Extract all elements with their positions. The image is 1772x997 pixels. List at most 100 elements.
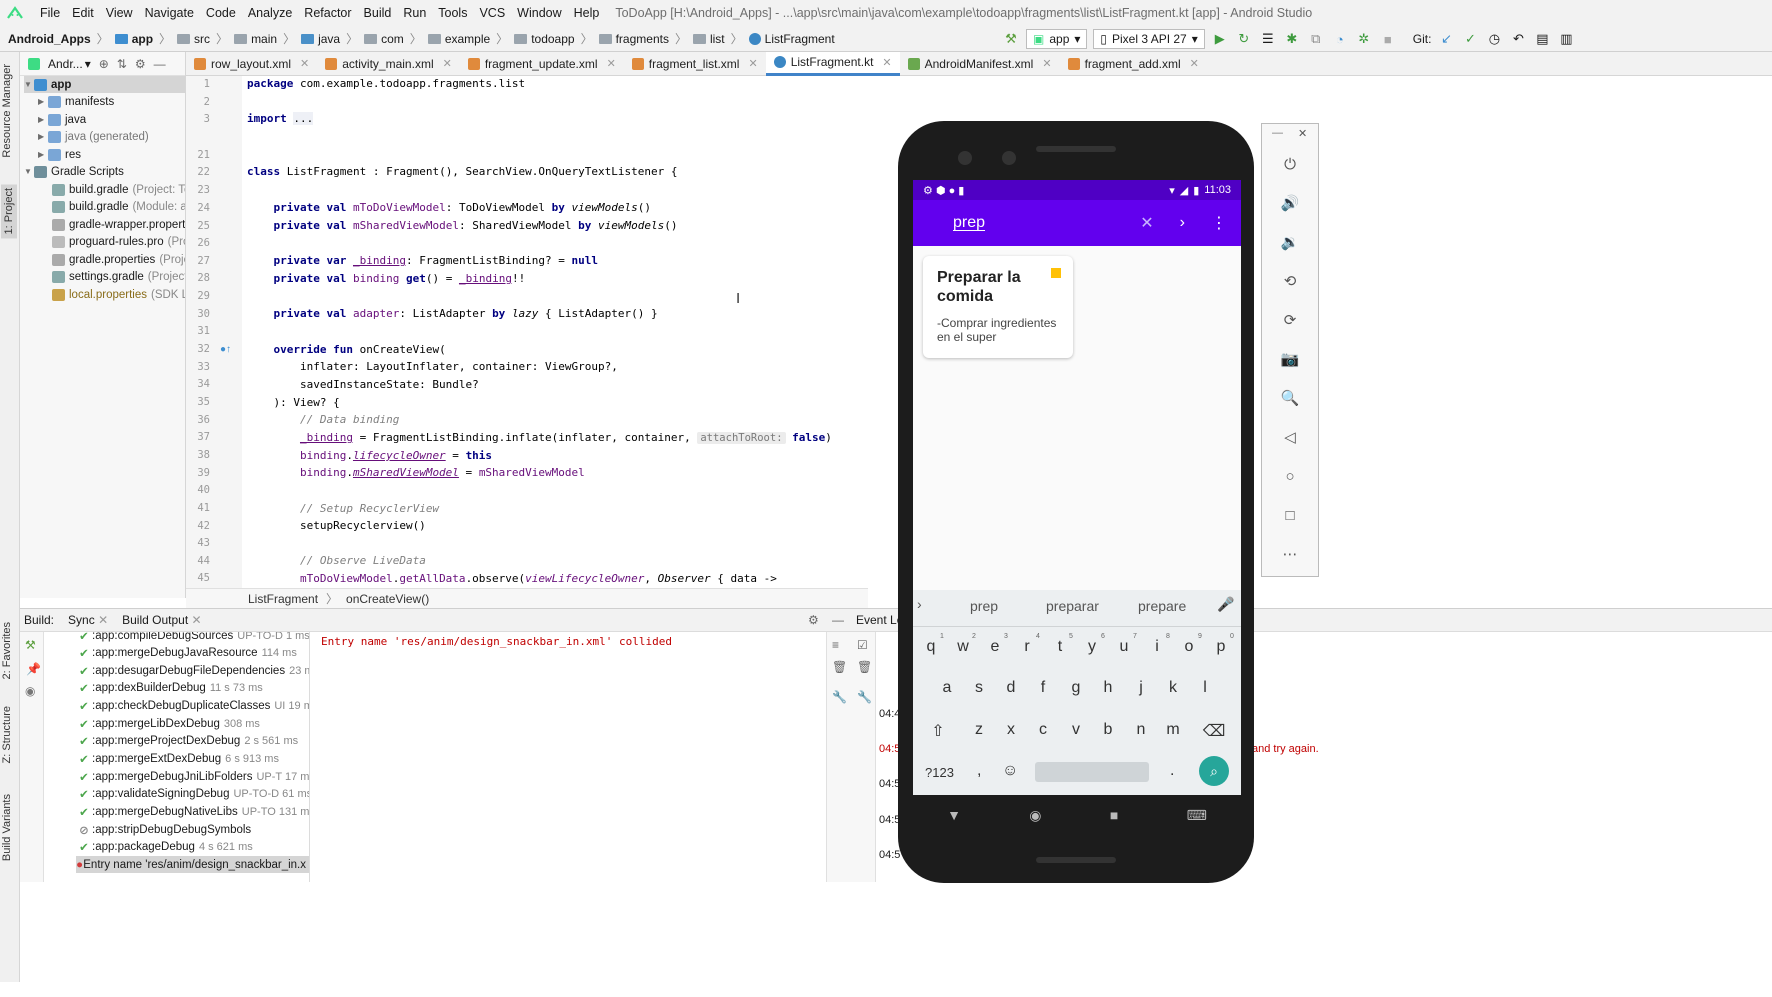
- tree-item-java-generated[interactable]: ▶ java (generated): [38, 128, 149, 145]
- hammer-build-icon[interactable]: ⚒: [1002, 30, 1020, 48]
- key-z[interactable]: z: [967, 721, 991, 739]
- crumb-java[interactable]: java: [318, 32, 340, 46]
- volume-down-icon[interactable]: 🔉: [1280, 232, 1300, 252]
- list-item[interactable]: ✔:app:mergeDebugJniLibFolders UP-T 17 ms: [76, 768, 309, 785]
- list-item[interactable]: ✔:app:mergeProjectDexDebug 2 s 561 ms: [76, 732, 298, 749]
- close-icon[interactable]: ✕: [1042, 57, 1051, 70]
- crumb-src[interactable]: src: [194, 32, 210, 46]
- tree-item-manifests[interactable]: ▶ manifests: [38, 93, 114, 110]
- menu-run[interactable]: Run: [397, 0, 432, 26]
- apply-code-changes-icon[interactable]: ☰: [1259, 30, 1277, 48]
- close-icon[interactable]: ✕: [300, 57, 309, 70]
- tab-fragment-update[interactable]: fragment_update.xml ✕: [460, 52, 624, 76]
- key-n[interactable]: n: [1129, 721, 1153, 739]
- tree-item-gradle-scripts[interactable]: ▼ Gradle Scripts: [24, 163, 124, 180]
- eye-icon[interactable]: ◉: [25, 684, 35, 698]
- overview-icon[interactable]: □: [1280, 505, 1300, 525]
- locate-icon[interactable]: ⊕: [99, 57, 109, 71]
- backspace-icon[interactable]: ⌫: [1202, 721, 1226, 741]
- recents-icon[interactable]: ■: [1110, 807, 1118, 823]
- run-icon[interactable]: ▶: [1211, 30, 1229, 48]
- tree-item-proguard[interactable]: proguard-rules.pro(ProG: [52, 233, 185, 250]
- close-icon[interactable]: ✕: [192, 613, 202, 627]
- key-k[interactable]: k: [1161, 679, 1185, 697]
- key-e[interactable]: e: [983, 638, 1007, 656]
- key-q[interactable]: q: [919, 638, 943, 656]
- menu-analyze[interactable]: Analyze: [242, 0, 298, 26]
- wrench-icon[interactable]: 🔧: [832, 690, 847, 704]
- key-t[interactable]: t: [1048, 638, 1072, 656]
- tree-item-java[interactable]: ▶ java: [38, 111, 86, 128]
- close-icon[interactable]: ✕: [748, 57, 757, 70]
- pin-icon[interactable]: 📌: [26, 662, 41, 676]
- list-item[interactable]: ✔:app:dexBuilderDebug 11 s 73 ms: [76, 679, 263, 696]
- search-input[interactable]: prep: [953, 214, 985, 232]
- list-item[interactable]: ✔:app:desugarDebugFileDependencies23 ms: [76, 662, 309, 679]
- crumb-project[interactable]: Android_Apps: [8, 32, 91, 46]
- crumb-class[interactable]: ListFragment: [248, 592, 318, 606]
- menu-help[interactable]: Help: [568, 0, 606, 26]
- microphone-icon[interactable]: 🎤: [1217, 596, 1234, 613]
- hammer-build-icon[interactable]: ⚒: [25, 638, 36, 652]
- event-error-text[interactable]: and try again.: [1252, 743, 1319, 755]
- wrench-icon[interactable]: 🔧: [857, 690, 872, 704]
- git-update-icon[interactable]: ↙: [1437, 30, 1455, 48]
- shift-icon[interactable]: ⇧: [926, 721, 950, 741]
- suggestion[interactable]: prepare: [1138, 598, 1186, 614]
- menu-view[interactable]: View: [100, 0, 139, 26]
- more-icon[interactable]: ⋯: [1280, 544, 1300, 564]
- menu-window[interactable]: Window: [511, 0, 567, 26]
- favorites-tool-tab[interactable]: 2: Favorites: [1, 622, 13, 679]
- crumb-method[interactable]: onCreateView(): [346, 592, 429, 606]
- git-rollback-icon[interactable]: ↶: [1509, 30, 1527, 48]
- list-item[interactable]: ✔:app:packageDebug 4 s 621 ms: [76, 838, 253, 855]
- keyboard-icon[interactable]: ⌨: [1187, 807, 1207, 824]
- space-bar[interactable]: [1035, 762, 1149, 782]
- list-item[interactable]: ✔:app:validateSigningDebug UP-TO-D 61 ms: [76, 785, 309, 802]
- code-editor[interactable]: package com.example.todoapp.fragments.li…: [242, 76, 868, 588]
- list-item[interactable]: ✔:app:checkDebugDuplicateClassesUI 19 ms: [76, 697, 309, 714]
- menu-edit[interactable]: Edit: [66, 0, 100, 26]
- list-item[interactable]: ✔:app:mergeDebugNativeLibs UP-TO 131 ms: [76, 803, 309, 820]
- run-config-dropdown[interactable]: ▣ app ▾: [1026, 29, 1088, 49]
- crumb-listfragment[interactable]: ListFragment: [765, 32, 835, 46]
- resource-manager-tab[interactable]: Resource Manager: [1, 64, 13, 158]
- crumb-main[interactable]: main: [251, 32, 277, 46]
- gear-icon[interactable]: ⚙: [808, 613, 819, 627]
- close-icon[interactable]: ✕: [1190, 57, 1199, 70]
- list-item[interactable]: ● Entry name 'res/anim/design_snackbar_in…: [76, 856, 309, 873]
- symbols-key[interactable]: ?123: [925, 765, 954, 780]
- back-icon[interactable]: ▼: [947, 807, 961, 823]
- gear-icon[interactable]: ⚙: [135, 57, 146, 71]
- close-icon[interactable]: ✕: [98, 613, 108, 627]
- key-c[interactable]: c: [1031, 721, 1055, 739]
- note-card[interactable]: Preparar la comida -Comprar ingredientes…: [923, 256, 1073, 358]
- minimize-icon[interactable]: —: [832, 613, 844, 627]
- search-key-icon[interactable]: ⌕: [1199, 756, 1229, 786]
- key-a[interactable]: a: [935, 679, 959, 697]
- key-i[interactable]: i: [1145, 638, 1169, 656]
- tree-item-settings-gradle[interactable]: settings.gradle(Project S: [52, 268, 185, 285]
- list-item[interactable]: ✔:app:compileDebugSources UP-TO-D 1 ms: [76, 632, 309, 644]
- key-v[interactable]: v: [1064, 721, 1088, 739]
- menu-build[interactable]: Build: [358, 0, 398, 26]
- collapse-icon[interactable]: ⇅: [117, 57, 127, 71]
- list-item[interactable]: ✔:app:mergeDebugJavaResource 114 ms: [76, 644, 297, 661]
- suggestion[interactable]: prep: [970, 598, 998, 614]
- home-icon[interactable]: ○: [1280, 466, 1300, 486]
- tree-item-res[interactable]: ▶ res: [38, 146, 81, 163]
- close-icon[interactable]: ✕: [1298, 127, 1307, 140]
- close-icon[interactable]: ✕: [443, 57, 452, 70]
- apply-changes-icon[interactable]: ↻: [1235, 30, 1253, 48]
- back-icon[interactable]: ◁: [1280, 427, 1300, 447]
- crumb-app[interactable]: app: [132, 32, 153, 46]
- trash-icon[interactable]: 🗑: [857, 660, 872, 674]
- tree-item-build-gradle-project[interactable]: build.gradle(Project: ToD: [52, 181, 185, 198]
- project-tool-tab[interactable]: 1: Project: [1, 184, 17, 239]
- structure-tool-tab[interactable]: Z: Structure: [1, 706, 13, 763]
- rotate-right-icon[interactable]: ⟳: [1280, 310, 1300, 330]
- sync-tab[interactable]: Sync ✕: [68, 613, 108, 627]
- submit-search-icon[interactable]: ›: [1180, 214, 1185, 232]
- git-commit-icon[interactable]: ✓: [1461, 30, 1479, 48]
- crumb-com[interactable]: com: [381, 32, 404, 46]
